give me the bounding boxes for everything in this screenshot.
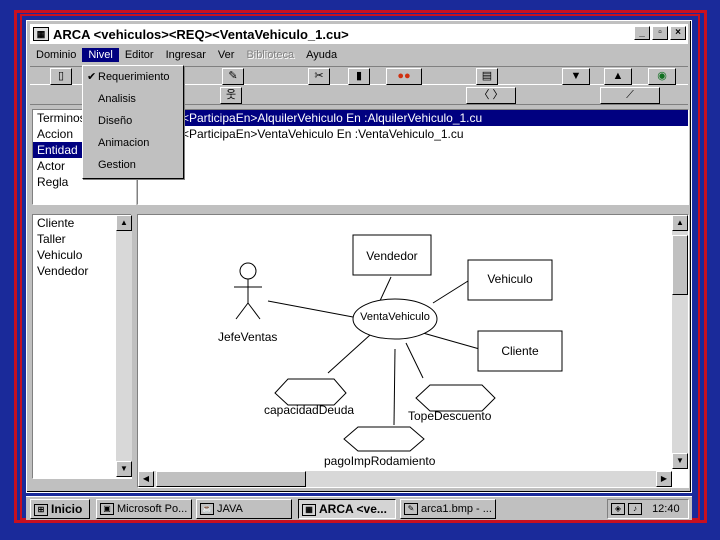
window-title: ARCA <vehiculos><REQ><VentaVehiculo_1.cu…: [53, 26, 349, 42]
line-tool-icon[interactable]: ⟋: [600, 87, 660, 104]
entity-list-scrollbar[interactable]: ▲ ▼: [116, 215, 132, 477]
windows-logo-icon: ⊞: [34, 503, 48, 516]
close-button[interactable]: ×: [670, 26, 686, 40]
canvas-vscrollbar[interactable]: ▲ ▼: [672, 215, 688, 469]
maximize-button[interactable]: ▫: [652, 26, 668, 40]
arrow-down-icon[interactable]: ▼: [562, 68, 590, 85]
hexagon-label: pagoImpRodamiento: [324, 454, 436, 468]
app-icon[interactable]: ▦: [33, 27, 49, 41]
taskbar: ⊞ Inicio ▣ Microsoft Po... ☕ JAVA ▦ ARCA <ve…: [26, 496, 692, 520]
task-java[interactable]: ☕ JAVA: [196, 499, 292, 519]
connector-tool-icon[interactable]: 〈 〉: [466, 87, 516, 104]
menu-biblioteca[interactable]: Biblioteca: [240, 48, 300, 62]
save-icon[interactable]: ▮: [348, 68, 370, 85]
list-item[interactable]: <ParticipaEn>AlquilerVehiculo En :Alquil…: [178, 110, 688, 126]
system-tray: ◈ ♪ 12:40: [607, 499, 689, 519]
paint-icon: ✎: [404, 503, 418, 516]
box-label: Cliente: [501, 344, 539, 358]
hexagon-label: TopeDescuento: [408, 409, 492, 423]
scroll-right-icon[interactable]: ▶: [656, 471, 672, 487]
task-powerpoint[interactable]: ▣ Microsoft Po...: [96, 499, 192, 519]
list-item[interactable]: <ParticipaEn>VentaVehiculo En :VentaVehi…: [178, 126, 688, 142]
hexagon-label: capacidadDeuda: [264, 403, 355, 417]
menu-item-analisis[interactable]: Analisis: [83, 88, 183, 110]
menu-nivel[interactable]: Nivel: [82, 48, 119, 62]
nivel-dropdown: ✔ Requerimiento Analisis Diseño Animacion…: [82, 65, 184, 179]
menu-dominio[interactable]: Dominio: [30, 48, 82, 62]
new-file-icon[interactable]: ▯: [50, 68, 72, 85]
shield-icon[interactable]: ◈: [611, 503, 625, 516]
globe-icon[interactable]: ◉: [648, 68, 676, 85]
tool-icon[interactable]: ✎: [222, 68, 244, 85]
minimize-button[interactable]: _: [634, 26, 650, 40]
menu-editor[interactable]: Editor: [119, 48, 160, 62]
task-paint[interactable]: ✎ arca1.bmp - ...: [400, 499, 496, 519]
box-label: Vehiculo: [487, 272, 533, 286]
relations-list[interactable]: <ParticipaEn>AlquilerVehiculo En :Alquil…: [137, 109, 689, 205]
start-button[interactable]: ⊞ Inicio: [30, 499, 90, 519]
scroll-up-icon[interactable]: ▲: [116, 215, 132, 231]
scroll-thumb[interactable]: [672, 235, 688, 295]
scroll-thumb[interactable]: [156, 471, 306, 487]
scissors-icon[interactable]: ✂: [308, 68, 330, 85]
usecase-label: VentaVehiculo: [360, 311, 430, 323]
clock[interactable]: 12:40: [652, 503, 680, 515]
box-label: Vendedor: [366, 249, 418, 263]
arca-icon: ▦: [302, 503, 316, 516]
java-icon: ☕: [200, 503, 214, 516]
arca-window: ▦ ARCA <vehiculos><REQ><VentaVehiculo_1.…: [26, 20, 692, 493]
powerpoint-icon: ▣: [100, 503, 114, 516]
menu-bar: Dominio Nivel Editor Ingresar Ver Biblio…: [30, 46, 688, 64]
actor-label: JefeVentas: [218, 330, 278, 344]
diagram-canvas[interactable]: JefeVentas VentaVehiculo Vendedor Vehicu…: [137, 214, 689, 488]
canvas-hscrollbar[interactable]: ◀ ▶: [138, 471, 672, 487]
menu-item-animacion[interactable]: Animacion: [83, 132, 183, 154]
scroll-down-icon[interactable]: ▼: [116, 461, 132, 477]
menu-item-requerimiento[interactable]: ✔ Requerimiento: [83, 66, 183, 88]
animation-icon[interactable]: ●●: [386, 68, 422, 85]
menu-ver[interactable]: Ver: [212, 48, 241, 62]
scroll-up-icon[interactable]: ▲: [672, 215, 688, 231]
scroll-left-icon[interactable]: ◀: [138, 471, 154, 487]
checkmark-icon: ✔: [87, 71, 97, 83]
menu-ingresar[interactable]: Ingresar: [160, 48, 212, 62]
task-arca[interactable]: ▦ ARCA <ve...: [298, 499, 396, 519]
arrow-up-icon[interactable]: ▲: [604, 68, 632, 85]
menu-item-gestion[interactable]: Gestion: [83, 154, 183, 176]
menu-item-diseno[interactable]: Diseño: [83, 110, 183, 132]
document-icon[interactable]: ▤: [476, 68, 498, 85]
title-bar[interactable]: ▦ ARCA <vehiculos><REQ><VentaVehiculo_1.…: [30, 24, 688, 44]
speaker-icon[interactable]: ♪: [628, 503, 642, 516]
menu-ayuda[interactable]: Ayuda: [300, 48, 343, 62]
scroll-down-icon[interactable]: ▼: [672, 453, 688, 469]
actor-tool-icon[interactable]: 웃: [220, 87, 242, 104]
